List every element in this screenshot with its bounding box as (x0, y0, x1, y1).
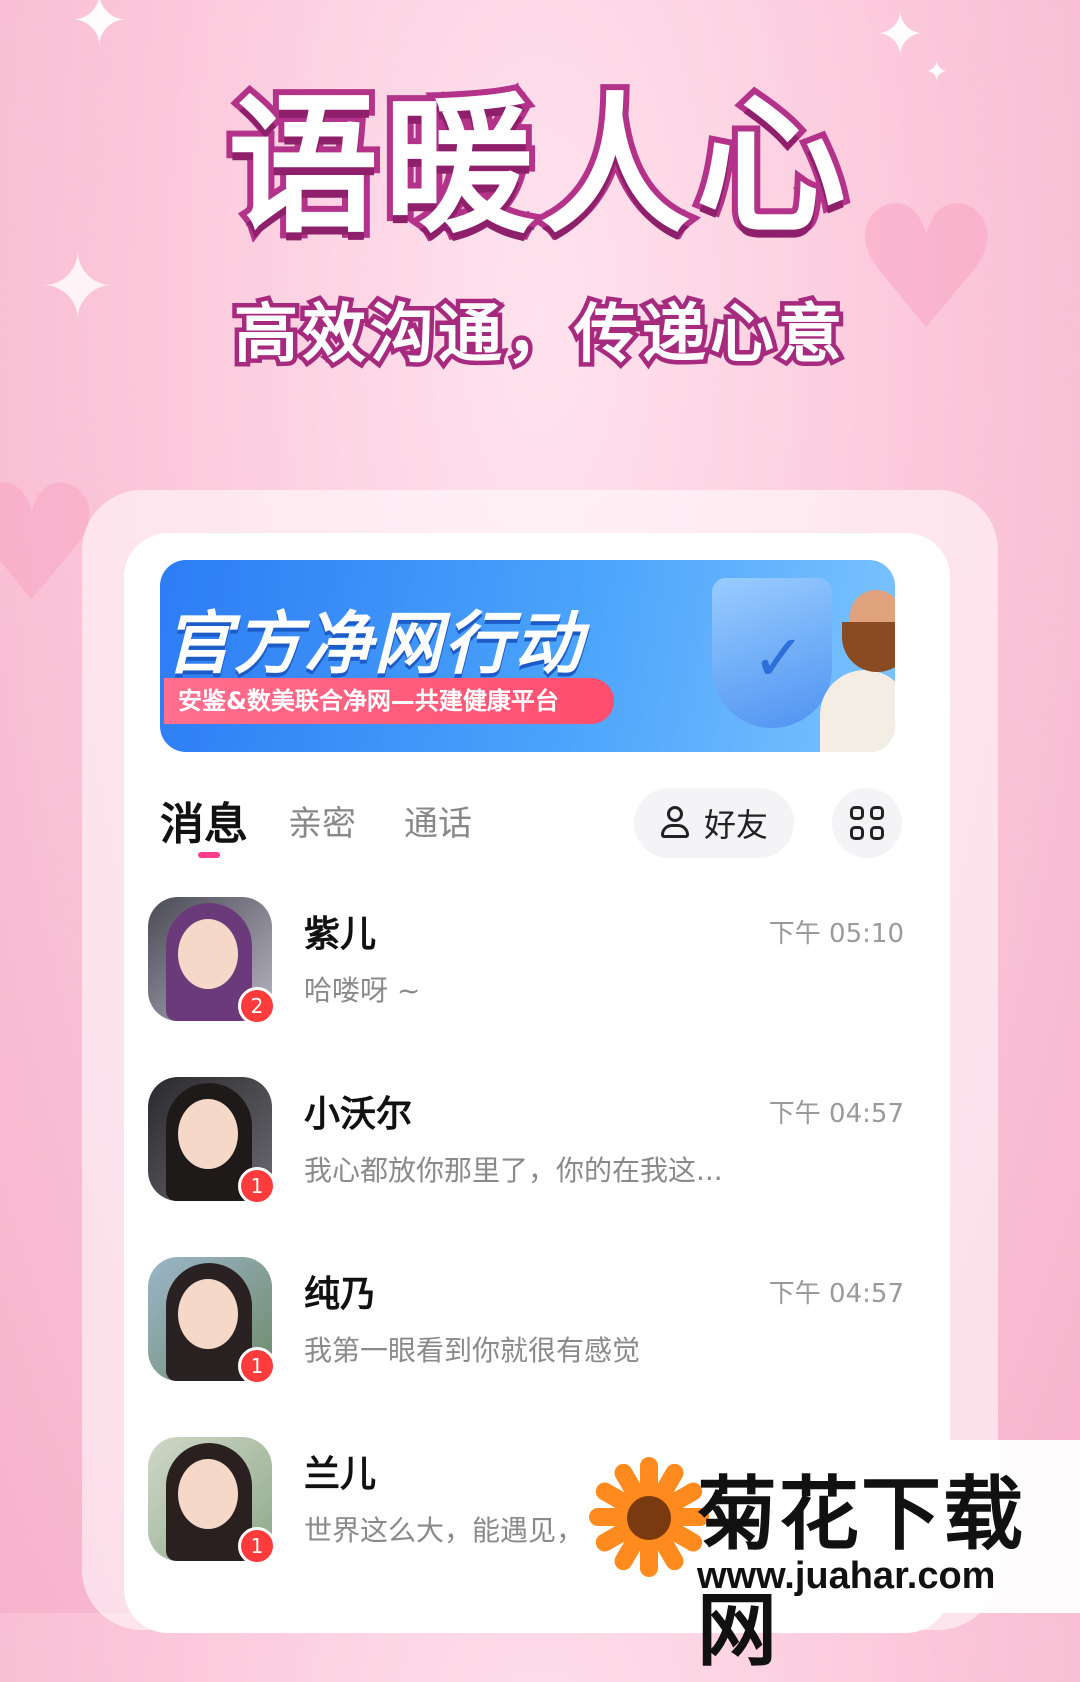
friends-button-label: 好友 (703, 806, 768, 844)
message-time: 下午 04:57 (768, 1279, 904, 1309)
contact-name: 兰儿 (304, 1454, 377, 1495)
message-preview: 我心都放你那里了，你的在我这... (304, 1154, 723, 1187)
unread-badge: 2 (238, 987, 276, 1025)
message-time: 下午 04:57 (768, 1099, 904, 1129)
message-tabs: 消息 亲密 通话 好友 (160, 788, 920, 868)
message-time: 下午 05:10 (768, 919, 904, 949)
banner-title: 官方净网行动 (164, 605, 585, 684)
flower-logo-icon (583, 1452, 713, 1582)
watermark: 菊花下载网 www.juahar.com (575, 1440, 1080, 1677)
grid-icon-cell (850, 826, 864, 840)
watermark-url: www.juahar.com (697, 1555, 996, 1597)
message-preview: 世界这么大，能遇见， (304, 1514, 585, 1547)
unread-badge: 1 (238, 1167, 276, 1205)
unread-badge: 1 (238, 1527, 276, 1565)
list-item[interactable]: 1 纯乃 我第一眼看到你就很有感觉 下午 04:57 (124, 1243, 950, 1403)
grid-icon (850, 806, 864, 820)
message-preview: 哈喽呀 ~ (304, 974, 421, 1007)
unread-badge: 1 (238, 1347, 276, 1385)
contact-name: 紫儿 (304, 914, 377, 955)
tab-messages[interactable]: 消息 (160, 788, 248, 852)
more-apps-button[interactable] (832, 788, 902, 858)
grid-icon-cell (870, 806, 884, 820)
illustration-man-beard (842, 622, 895, 672)
hero-subtitle: 高效沟通，传递心意 (230, 294, 847, 377)
tab-calls[interactable]: 通话 (404, 796, 472, 845)
list-item[interactable]: 2 紫儿 哈喽呀 ~ 下午 05:10 (124, 883, 950, 1043)
person-icon (660, 806, 690, 840)
list-item[interactable]: 1 小沃尔 我心都放你那里了，你的在我这... 下午 04:57 (124, 1063, 950, 1223)
contact-name: 纯乃 (304, 1274, 377, 1315)
tab-intimate[interactable]: 亲密 (288, 796, 356, 845)
illustration-man (820, 670, 895, 752)
promo-banner[interactable]: ✓ 官方净网行动 安鉴&数美联合净网—共建健康平台 (160, 560, 895, 752)
message-preview: 我第一眼看到你就很有感觉 (304, 1334, 641, 1367)
grid-icon-cell (870, 826, 884, 840)
active-tab-indicator (198, 852, 220, 858)
banner-ribbon: 安鉴&数美联合净网—共建健康平台 (164, 678, 614, 724)
hero-title: 语暖人心 (222, 74, 852, 260)
contact-name: 小沃尔 (304, 1094, 413, 1135)
checkmark-icon: ✓ (752, 622, 806, 696)
friends-button[interactable]: 好友 (634, 788, 794, 858)
